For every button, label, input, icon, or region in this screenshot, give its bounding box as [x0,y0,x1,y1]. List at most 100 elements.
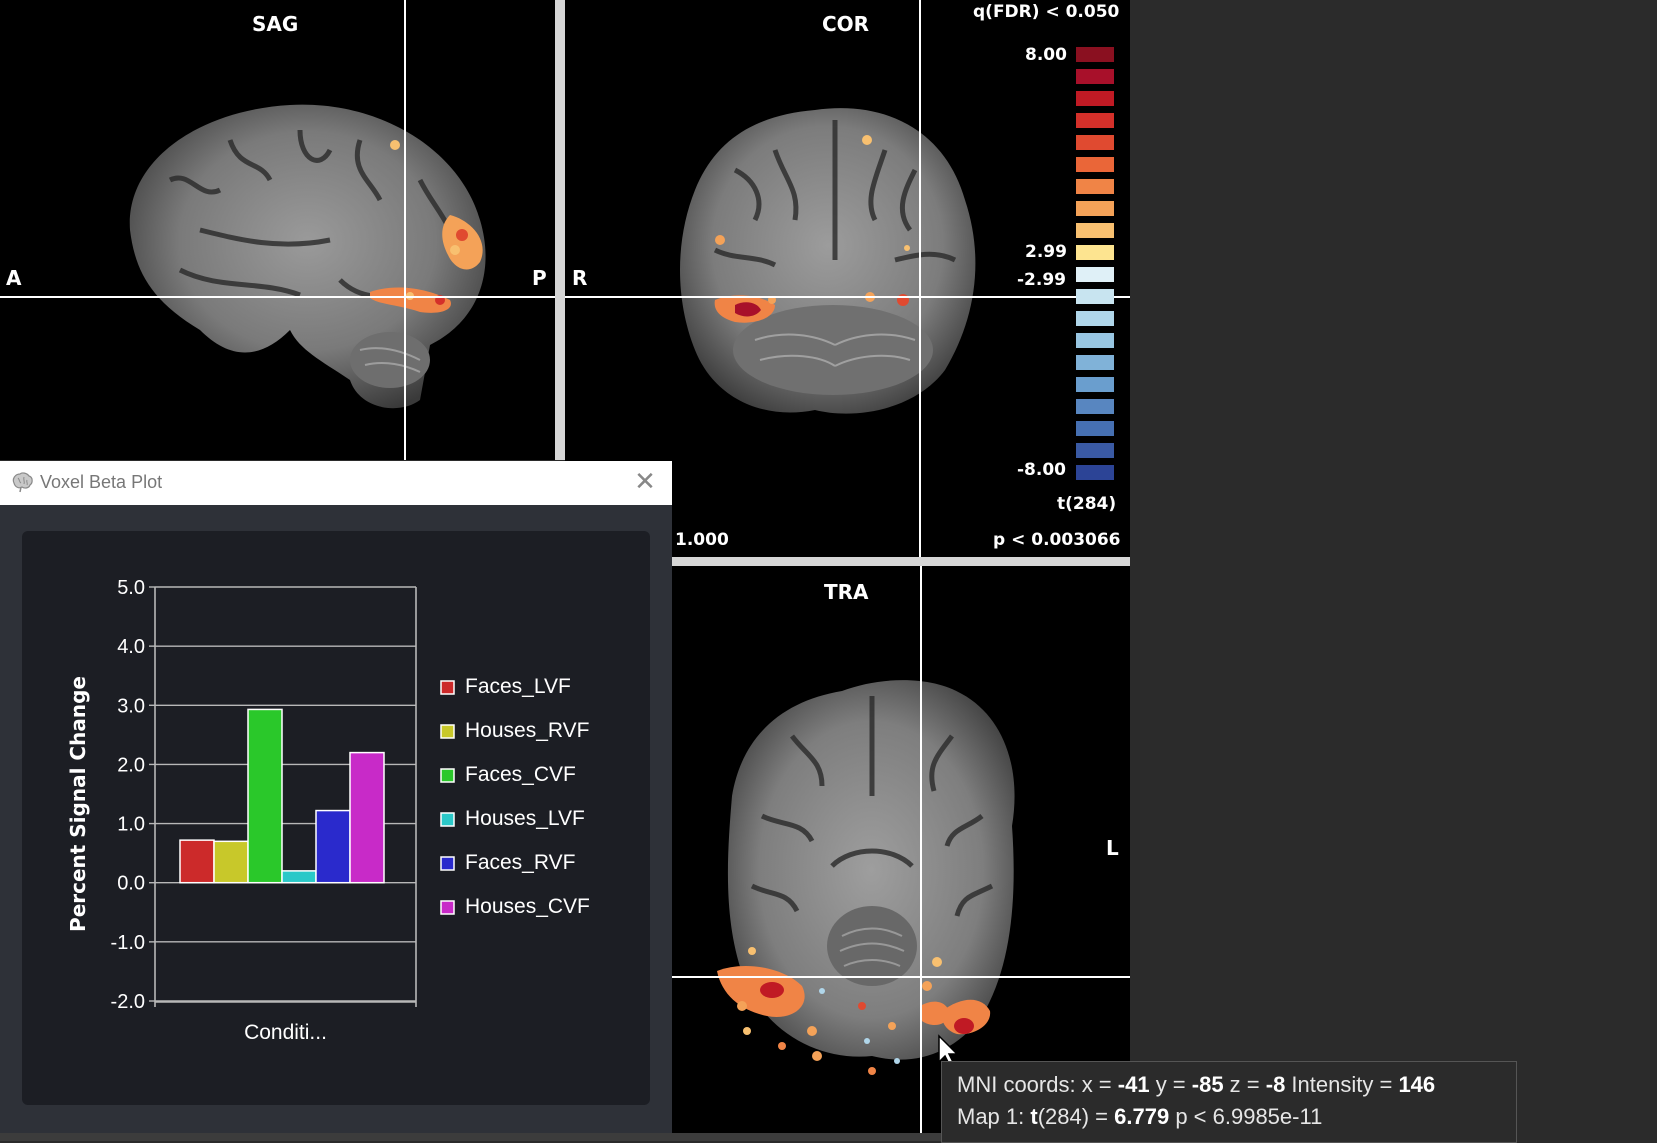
stat-value: 6.779 [1114,1104,1170,1129]
voxel-beta-plot-window[interactable]: Voxel Beta Plot ✕ 5.0 4.0 3.0 2.0 1.0 0.0 -1.0… [0,461,672,1141]
y-tick-label: -2.0 [111,991,145,1013]
coords-z-prefix: z = [1223,1072,1266,1097]
colorbar-negative-swatch [1076,311,1114,326]
sagittal-view[interactable]: SAG A P [0,0,555,460]
posterior-label: P [532,266,547,290]
colorbar-positive-swatch [1076,201,1114,216]
fdr-threshold-label: q(FDR) < 0.050 [973,2,1120,22]
bar-houses-cvf [349,751,385,884]
left-label: L [1106,836,1119,860]
coords-prefix: MNI coords: x = [957,1072,1118,1097]
p-value-label: p < 0.003066 [993,530,1121,550]
colorbar-positive-swatch [1076,91,1114,106]
crosshair-horizontal [565,296,1130,298]
coord-y: -85 [1191,1072,1224,1097]
colorbar-negative-swatch [1076,355,1114,370]
y-tick-label: 5.0 [117,577,145,599]
brain-icon [12,472,33,493]
bar-houses-lvf [281,870,317,884]
coronal-view-label: COR [822,12,870,36]
colorbar-negative-swatch [1076,333,1114,348]
legend-swatch [440,900,455,915]
transverse-brain-slice [717,680,1015,1075]
colorbar-positive-swatch [1076,113,1114,128]
colorbar-positive-swatch [1076,245,1114,260]
colorbar-max-label: 8.00 [1025,45,1067,65]
transverse-view-label: TRA [824,580,869,604]
legend-swatch [440,856,455,871]
right-label: R [572,266,588,290]
legend-label: Faces_CVF [465,763,576,786]
crosshair-vertical [404,0,406,460]
legend-swatch [440,680,455,695]
voxel-info-tooltip: MNI coords: x = -41 y = -85 z = -8 Inten… [941,1061,1517,1143]
colorbar-positive-swatch [1076,69,1114,84]
bar-faces-cvf [247,708,283,884]
intensity-prefix: Intensity = [1285,1072,1399,1097]
mni-coords-line: MNI coords: x = -41 y = -85 z = -8 Inten… [957,1072,1435,1098]
colorbar-neg-threshold-label: -2.99 [1017,270,1066,290]
y-tick-label: 4.0 [117,636,145,658]
legend-label: Faces_LVF [465,675,571,698]
intensity-value: 146 [1398,1072,1436,1097]
coords-y-prefix: y = [1149,1072,1192,1097]
crosshair-horizontal [672,976,1130,978]
coord-x: -41 [1117,1072,1150,1097]
window-title-bar[interactable]: Voxel Beta Plot ✕ [0,461,672,505]
x-category-label: Conditi... [244,1021,327,1044]
crosshair-vertical [920,566,922,1133]
y-tick-label: 1.0 [117,814,145,836]
colorbar-negative-swatch [1076,421,1114,436]
coord-z: -8 [1265,1072,1286,1097]
map-prefix: Map 1: [957,1104,1031,1129]
legend-swatch [440,812,455,827]
sagittal-brain-slice [129,104,486,409]
y-tick-label: 2.0 [117,754,145,776]
close-icon[interactable]: ✕ [632,469,658,495]
stat-type-label: t(284) [1057,494,1117,514]
legend-label: Houses_LVF [465,807,585,830]
legend-label: Houses_CVF [465,895,590,918]
colorbar-positive-swatch [1076,223,1114,238]
bar-faces-rvf [315,809,351,884]
view-splitter-vertical[interactable] [555,0,565,460]
p-value-text: p < 6.9985e-11 [1169,1104,1323,1129]
colorbar-positive-swatch [1076,135,1114,150]
colorbar-negative-swatch [1076,465,1114,480]
transverse-view[interactable]: TRA L [672,566,1130,1133]
bar-faces-lvf [179,839,215,884]
colorbar-pos-threshold-label: 2.99 [1025,242,1067,262]
legend-swatch [440,724,455,739]
colorbar [1076,47,1114,487]
y-tick-label: 3.0 [117,695,145,717]
bar-houses-rvf [213,840,249,884]
sagittal-view-label: SAG [252,12,299,36]
beta-bar-chart: 5.0 4.0 3.0 2.0 1.0 0.0 -1.0 -2.0 Conditi... Perc… [66,577,590,1044]
plot-panel: 5.0 4.0 3.0 2.0 1.0 0.0 -1.0 -2.0 Conditi... Perc… [22,531,650,1105]
colorbar-positive-swatch [1076,47,1114,62]
stat-df: (284) = [1037,1104,1115,1129]
app-window: SAG A P COR R q(FDR) < 0.050 8.00 2.99 -… [0,0,1657,1143]
stat-name: t [1030,1104,1038,1129]
map-stat-line: Map 1: t(284) = 6.779 p < 6.9985e-11 [957,1104,1322,1130]
legend-label: Houses_RVF [465,719,590,742]
y-tick-label: -1.0 [111,932,145,954]
window-title: Voxel Beta Plot [40,472,163,492]
colorbar-negative-swatch [1076,289,1114,304]
view-splitter-horizontal[interactable] [672,557,1130,566]
y-tick-label: 0.0 [117,873,145,895]
colorbar-positive-swatch [1076,179,1114,194]
colorbar-negative-swatch [1076,443,1114,458]
colorbar-min-label: -8.00 [1017,460,1066,480]
colorbar-negative-swatch [1076,267,1114,282]
colorbar-positive-swatch [1076,157,1114,172]
crosshair-horizontal [0,296,555,298]
anterior-label: A [6,266,22,290]
y-axis-label: Percent Signal Change [66,676,90,932]
opacity-label: 1.000 [675,530,729,550]
colorbar-negative-swatch [1076,399,1114,414]
colorbar-negative-swatch [1076,377,1114,392]
status-strip [0,1133,941,1141]
legend-label: Faces_RVF [465,851,576,874]
crosshair-vertical [919,0,921,557]
